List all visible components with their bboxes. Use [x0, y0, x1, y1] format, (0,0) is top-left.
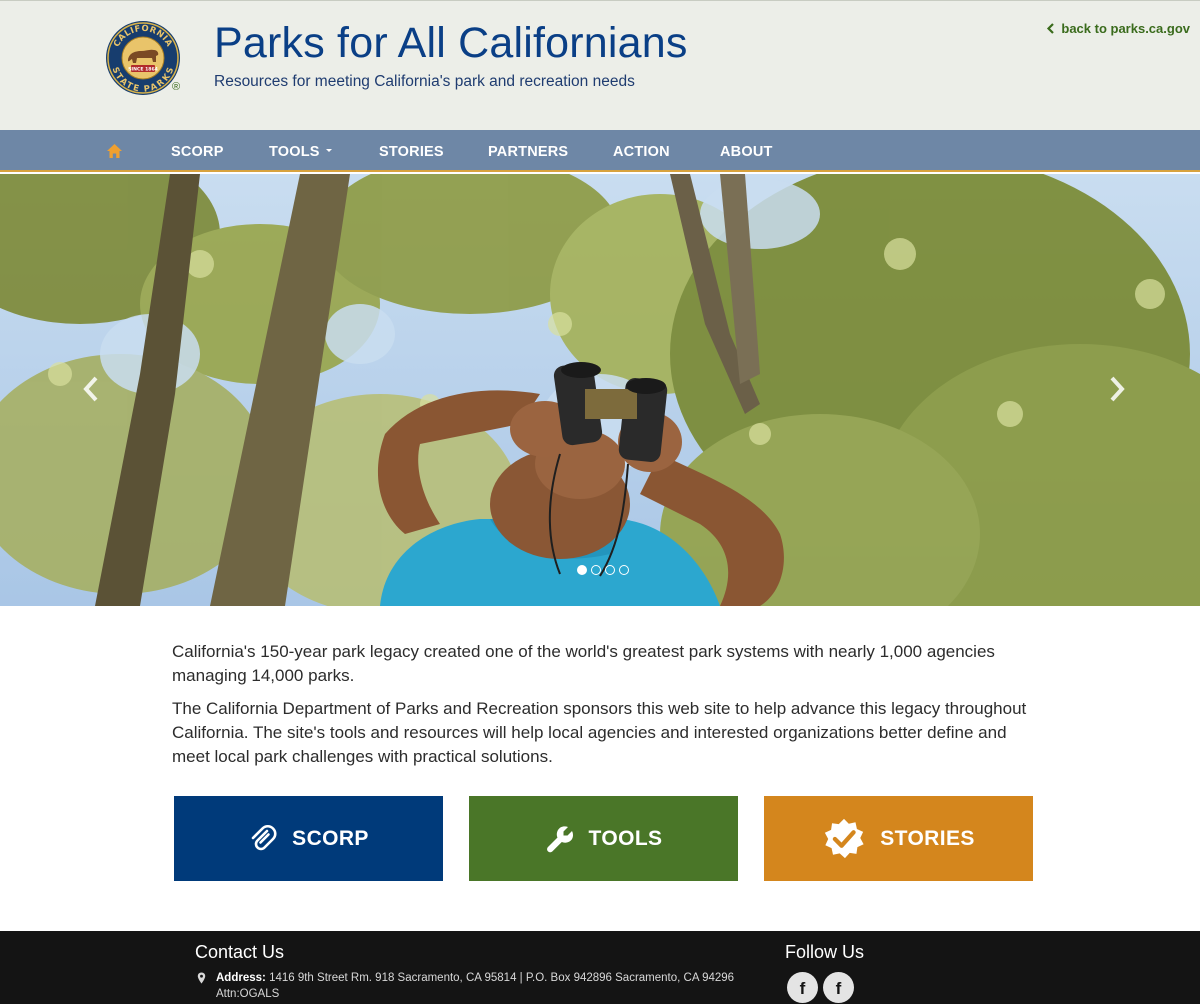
carousel-indicators: [577, 565, 629, 575]
site-footer: Contact Us Address: 1416 9th Street Rm. …: [0, 931, 1200, 1004]
facebook-icon[interactable]: f: [823, 972, 854, 1003]
main-nav: SCORP TOOLS STORIES PARTNERS ACTION ABOU…: [0, 130, 1200, 172]
back-to-parks-link[interactable]: back to parks.ca.gov: [1046, 21, 1190, 36]
nav-item-action[interactable]: ACTION: [613, 130, 670, 172]
paperclip-icon: [251, 824, 277, 850]
intro-paragraph-1: California's 150-year park legacy create…: [172, 642, 995, 685]
contact-us-heading: Contact Us: [195, 942, 285, 962]
map-pin-icon: [197, 972, 206, 984]
stories-button[interactable]: STORIES: [764, 796, 1033, 881]
carousel-next-icon[interactable]: [1106, 374, 1128, 404]
site-subtitle: Resources for meeting California's park …: [214, 73, 635, 90]
scorp-button[interactable]: SCORP: [174, 796, 443, 881]
follow-us-heading: Follow Us: [785, 942, 865, 962]
nav-item-about[interactable]: ABOUT: [720, 130, 773, 172]
stories-button-label: STORIES: [880, 826, 975, 850]
home-icon[interactable]: [106, 143, 123, 159]
carousel-prev-icon[interactable]: [80, 374, 102, 404]
chevron-left-icon: [1047, 23, 1055, 34]
tools-button[interactable]: TOOLS: [469, 796, 738, 881]
hero-carousel[interactable]: [0, 174, 1200, 606]
wrench-icon: [546, 825, 573, 852]
facebook-icon[interactable]: f: [787, 972, 818, 1003]
intro-text: California's 150-year park legacy create…: [172, 640, 1042, 778]
nav-item-scorp[interactable]: SCORP: [171, 130, 224, 172]
carousel-dot-3[interactable]: [605, 565, 615, 575]
site-header: CALIFORNIA STATE PARKS SINCE 1864 ® Park…: [0, 1, 1200, 130]
logo-since-text: SINCE 1864: [128, 67, 158, 73]
caret-down-icon: [325, 148, 332, 152]
carousel-dot-4[interactable]: [619, 565, 629, 575]
nav-item-partners[interactable]: PARTNERS: [488, 130, 568, 172]
scorp-button-label: SCORP: [292, 826, 369, 850]
intro-paragraph-2: The California Department of Parks and R…: [172, 699, 1027, 766]
back-link-label: back to parks.ca.gov: [1061, 21, 1190, 36]
address-block: Address: 1416 9th Street Rm. 918 Sacrame…: [197, 970, 757, 1002]
badge-check-icon: [825, 818, 864, 858]
site-title: Parks for All Californians: [214, 19, 688, 67]
carousel-dot-2[interactable]: [591, 565, 601, 575]
address-label: Address:: [216, 972, 266, 984]
tools-button-label: TOOLS: [588, 826, 663, 850]
nav-item-tools[interactable]: TOOLS: [269, 130, 332, 172]
california-state-parks-logo[interactable]: CALIFORNIA STATE PARKS SINCE 1864 ®: [104, 19, 182, 97]
registered-mark: ®: [172, 81, 181, 93]
nav-item-tools-label: TOOLS: [269, 144, 320, 160]
nav-item-stories[interactable]: STORIES: [379, 130, 444, 172]
address-value: 1416 9th Street Rm. 918 Sacramento, CA 9…: [216, 972, 735, 1000]
hero-image-child-with-binoculars: [0, 174, 1200, 606]
carousel-dot-1[interactable]: [577, 565, 587, 575]
